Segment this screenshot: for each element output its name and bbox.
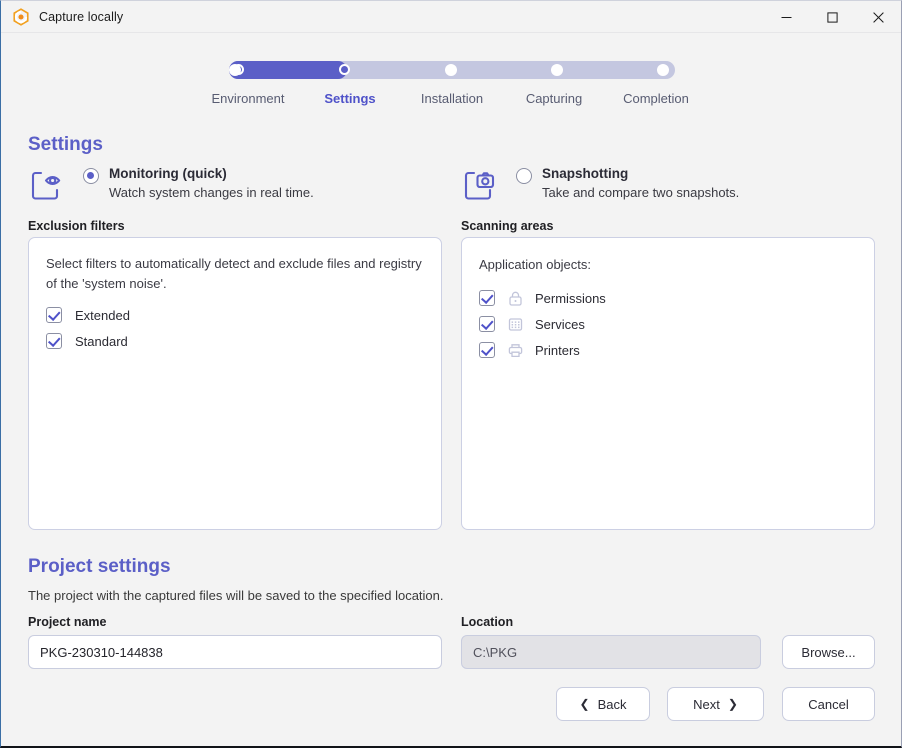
chevron-left-icon: ❮ (579, 697, 590, 711)
exclusion-filter-row-standard[interactable]: Standard (46, 328, 130, 354)
minimize-button[interactable] (763, 1, 809, 33)
exclusion-filters-panel: Select filters to automatically detect a… (28, 237, 442, 530)
scanning-areas-panel: Application objects: Permissions Service… (461, 237, 875, 530)
browse-button-label: Browse... (801, 644, 856, 660)
stepper-dot-installation[interactable] (445, 64, 457, 76)
scanning-area-label-services: Services (535, 316, 585, 332)
checkbox-printers[interactable] (479, 342, 495, 358)
mode-option-snapshotting[interactable]: Snapshotting Take and compare two snapsh… (461, 166, 739, 205)
location-input[interactable] (461, 635, 761, 669)
scanning-area-row-printers[interactable]: Printers (479, 337, 606, 363)
next-button-label: Next (693, 696, 720, 712)
checkbox-standard[interactable] (46, 333, 62, 349)
exclusion-filters-list: Extended Standard (46, 302, 130, 354)
scanning-area-label-printers: Printers (535, 342, 580, 358)
stepper-dot-settings[interactable] (339, 64, 350, 75)
stepper-dot-completion[interactable] (657, 64, 669, 76)
cancel-button-label: Cancel (808, 696, 849, 712)
cancel-button[interactable]: Cancel (782, 687, 875, 721)
project-settings-title: Project settings (28, 556, 171, 577)
stepper-dot-capturing[interactable] (551, 64, 563, 76)
checkbox-permissions[interactable] (479, 290, 495, 306)
scanning-areas-list: Permissions Services Printers (479, 285, 606, 363)
mode-monitoring-description: Watch system changes in real time. (109, 185, 314, 200)
eye-in-frame-icon (31, 171, 61, 200)
scanning-area-row-services[interactable]: Services (479, 311, 606, 337)
maximize-button[interactable] (809, 1, 855, 33)
exclusion-filter-label-extended: Extended (75, 307, 130, 323)
stepper-label-environment[interactable]: Environment (197, 91, 299, 106)
stepper-track (229, 61, 675, 79)
radio-monitoring[interactable] (83, 168, 99, 184)
exclusion-filters-label: Exclusion filters (28, 219, 125, 233)
app-window: Capture locally Environment Settings Ins… (0, 0, 902, 748)
camera-in-frame-icon (464, 171, 495, 200)
scanning-areas-description: Application objects: (479, 257, 592, 272)
scanning-area-label-permissions: Permissions (535, 290, 606, 306)
back-button[interactable]: ❮ Back (556, 687, 650, 721)
window-title: Capture locally (39, 9, 124, 24)
exclusion-filter-row-extended[interactable]: Extended (46, 302, 130, 328)
printer-icon (508, 343, 523, 357)
lock-icon (509, 291, 522, 306)
radio-snapshotting[interactable] (516, 168, 532, 184)
chevron-right-icon: ❯ (727, 697, 738, 711)
hexagon-c-logo-icon (13, 7, 29, 26)
exclusion-filters-description: Select filters to automatically detect a… (46, 256, 422, 291)
stepper-label-capturing[interactable]: Capturing (503, 91, 605, 106)
location-label: Location (461, 615, 514, 629)
grid-services-icon (508, 317, 523, 331)
next-button[interactable]: Next ❯ (667, 687, 764, 721)
stepper-label-installation[interactable]: Installation (401, 91, 503, 106)
mode-snapshotting-description: Take and compare two snapshots. (542, 185, 740, 200)
stepper-labels: Environment Settings Installation Captur… (197, 91, 707, 106)
project-name-input[interactable] (28, 635, 442, 669)
scanning-areas-label: Scanning areas (461, 219, 554, 233)
title-bar: Capture locally (1, 1, 901, 33)
browse-button[interactable]: Browse... (782, 635, 875, 669)
mode-option-monitoring[interactable]: Monitoring (quick) Watch system changes … (28, 166, 314, 205)
wizard-stepper: Environment Settings Installation Captur… (212, 61, 689, 106)
mode-monitoring-label: Monitoring (quick) (109, 166, 227, 181)
back-button-label: Back (597, 696, 627, 712)
settings-section-title: Settings (28, 134, 103, 155)
stepper-label-settings[interactable]: Settings (299, 91, 401, 106)
stepper-progress-fill (229, 61, 347, 79)
project-settings-description: The project with the captured files will… (28, 588, 444, 603)
project-name-label: Project name (28, 615, 107, 629)
window-controls (763, 1, 901, 33)
exclusion-filter-label-standard: Standard (75, 333, 128, 349)
close-button[interactable] (855, 1, 901, 33)
scanning-area-row-permissions[interactable]: Permissions (479, 285, 606, 311)
checkbox-extended[interactable] (46, 307, 62, 323)
checkbox-services[interactable] (479, 316, 495, 332)
mode-snapshotting-label: Snapshotting (542, 166, 629, 181)
stepper-label-completion[interactable]: Completion (605, 91, 707, 106)
